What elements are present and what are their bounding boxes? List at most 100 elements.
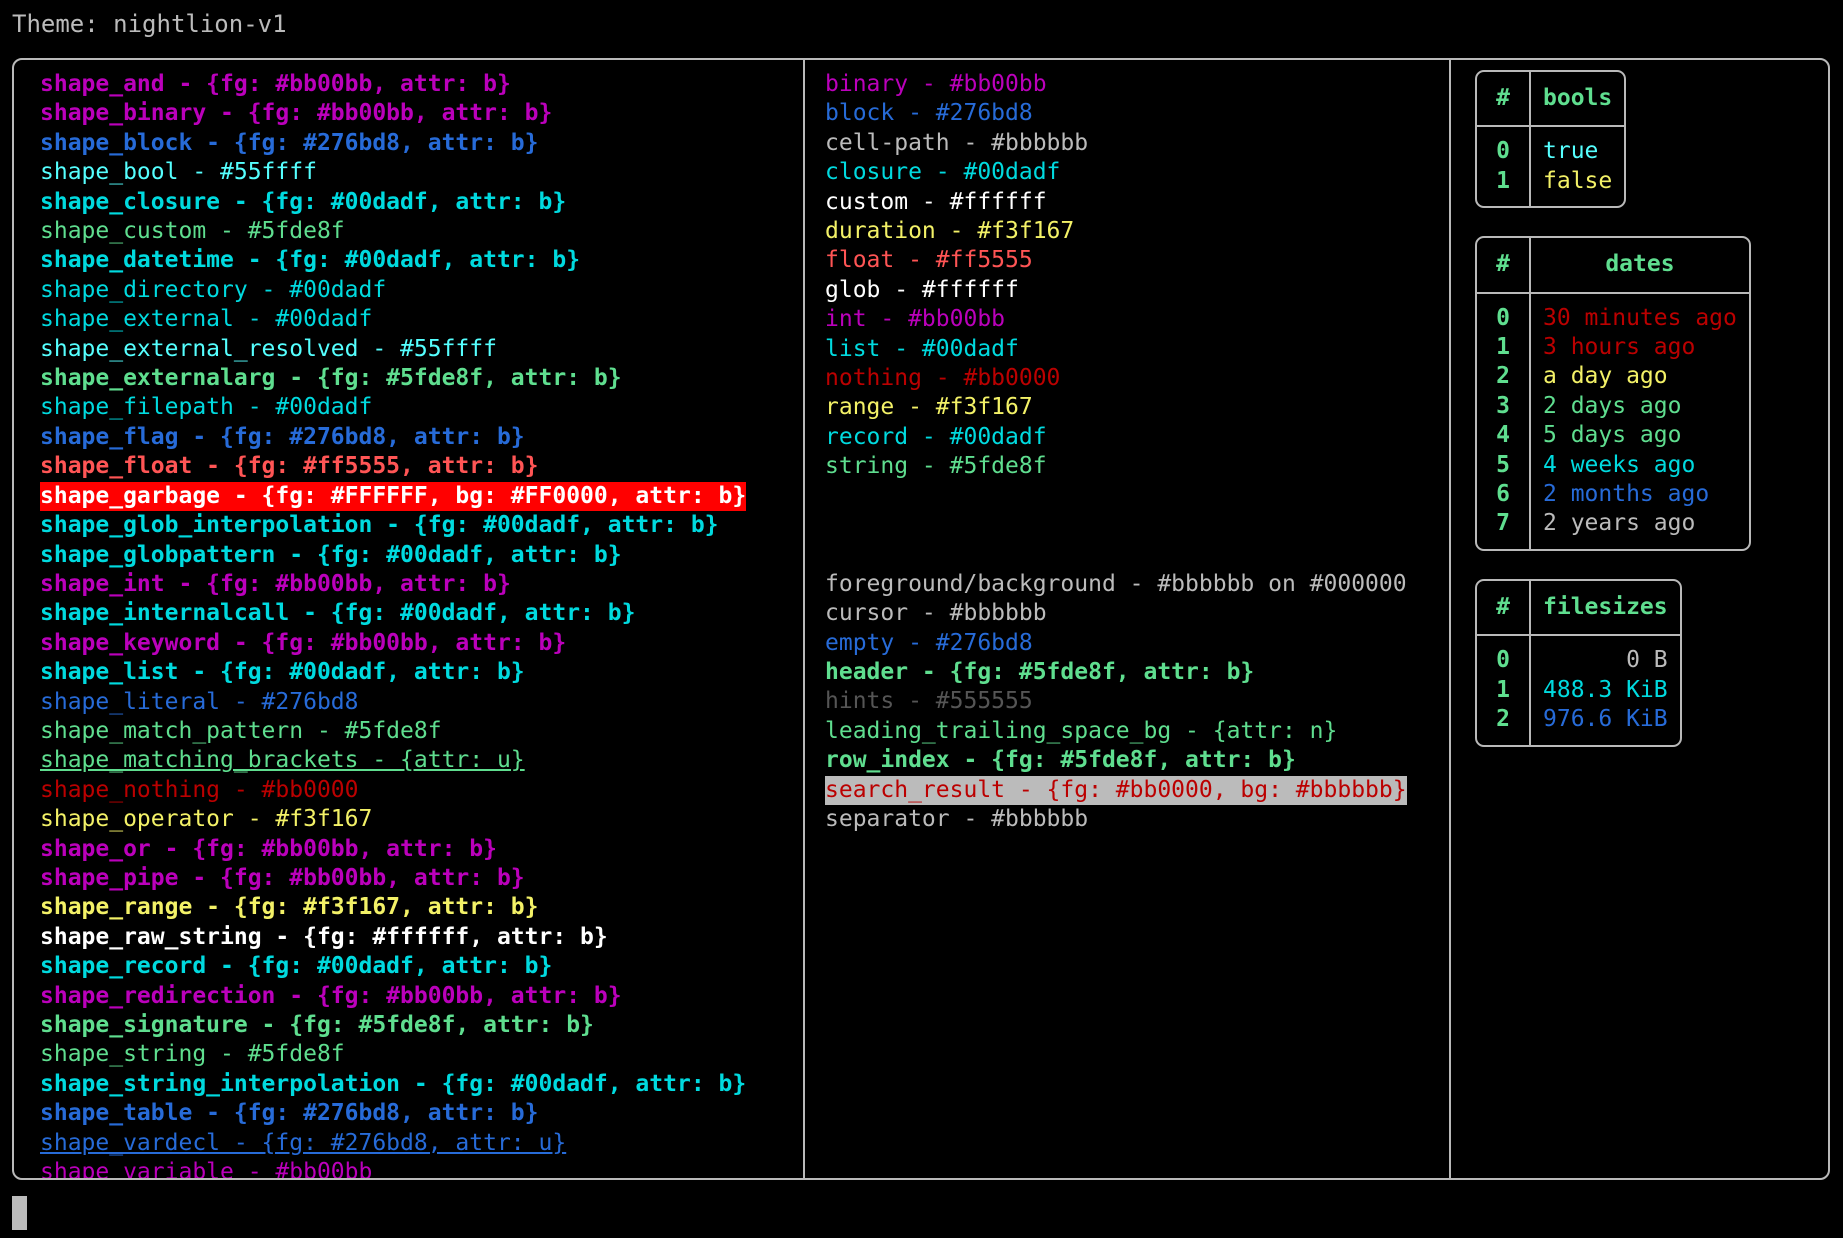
shape-line: shape_table - {fg: #276bd8, attr: b} (40, 1100, 539, 1127)
shape-line: shape_flag - {fg: #276bd8, attr: b} (40, 423, 525, 450)
table-row: 1 3 hours ago (1477, 333, 1749, 363)
shape-line: shape_float - {fg: #ff5555, attr: b} (40, 453, 539, 480)
row-value-cell: 2 months ago (1543, 481, 1710, 508)
table-header-cell: dates (1531, 238, 1749, 294)
shape-line: shape_int - {fg: #bb00bb, attr: b} (40, 570, 511, 597)
shape-line: shape_matching_brackets - {attr: u} (40, 747, 525, 774)
table-row: 0 true (1477, 127, 1624, 167)
table-dates: # dates 0 30 minutes ago 1 3 hours ago 2 a day … (1475, 236, 1751, 551)
table-header-cell: filesizes (1531, 581, 1680, 637)
table-header-cell: # (1477, 72, 1531, 128)
row-value-cell: 3 hours ago (1543, 334, 1696, 361)
column-spacer (805, 482, 1449, 570)
shape-line: shape_and - {fg: #bb00bb, attr: b} (40, 71, 511, 97)
shape-line: shape_closure - {fg: #00dadf, attr: b} (40, 188, 567, 215)
row-value-cell: a day ago (1543, 363, 1668, 390)
shape-line: shape_raw_string - {fg: #ffffff, attr: b… (40, 923, 608, 950)
table-row: 4 5 days ago (1477, 421, 1749, 451)
ui-element-line: empty - #276bd8 (825, 629, 1033, 656)
ui-element-line: header - {fg: #5fde8f, attr: b} (825, 658, 1255, 685)
shapes-column: shape_and - {fg: #bb00bb, attr: b} shape_… (14, 60, 803, 1178)
shape-line: shape_signature - {fg: #5fde8f, attr: b} (40, 1012, 594, 1038)
row-value-cell: 5 days ago (1543, 422, 1682, 449)
tables-column: # bools 0 true 1 false # dates 0 30 minutes ago 1 3… (1449, 60, 1826, 1178)
row-value-cell: 976.6 KiB (1543, 706, 1668, 733)
type-line: float - #ff5555 (825, 247, 1033, 274)
shape-line: shape_or - {fg: #bb00bb, attr: b} (40, 835, 497, 862)
row-index-cell: 7 (1477, 509, 1531, 549)
terminal-screen: Theme: nightlion-v1 shape_and - {fg: #bb… (0, 0, 1843, 1238)
row-value-cell: 2 days ago (1543, 392, 1682, 419)
shape-line: shape_match_pattern - #5fde8f (40, 717, 442, 744)
type-line: int - #bb00bb (825, 306, 1006, 333)
row-value-cell: true (1543, 138, 1599, 165)
table-row: 1 488.3 KiB (1477, 675, 1680, 706)
type-line: string - #5fde8f (825, 453, 1047, 480)
shapes-line-list: shape_and - {fg: #bb00bb, attr: b} shape_… (14, 70, 803, 1178)
ui-element-line: search_result - {fg: #bb0000, bg: #bbbbb… (825, 775, 1407, 805)
shape-line: shape_custom - #5fde8f (40, 218, 345, 245)
row-index-cell: 2 (1477, 705, 1531, 745)
shape-line: shape_directory - #00dadf (40, 276, 387, 303)
table-header-row: # filesizes (1477, 580, 1680, 637)
shape-line: shape_external_resolved - #55ffff (40, 335, 497, 362)
shape-line: shape_string_interpolation - {fg: #00dad… (40, 1070, 747, 1097)
shape-line: shape_globpattern - {fg: #00dadf, attr: … (40, 541, 622, 568)
shape-line: shape_bool - #55ffff (40, 159, 317, 186)
ui-element-line: leading_trailing_space_bg - {attr: n} (825, 717, 1338, 744)
shape-line: shape_range - {fg: #f3f167, attr: b} (40, 894, 539, 921)
row-index-cell: 3 (1477, 391, 1531, 422)
type-line: range - #f3f167 (825, 394, 1033, 421)
shape-line: shape_string - #5fde8f (40, 1041, 345, 1068)
row-value-cell: 488.3 KiB (1543, 676, 1668, 703)
row-index-cell: 1 (1477, 675, 1531, 706)
table-header-row: # bools (1477, 72, 1625, 128)
row-value-cell: 4 weeks ago (1543, 451, 1696, 478)
row-index-cell: 2 (1477, 362, 1531, 392)
ui-element-line: foreground/background - #bbbbbb on #0000… (825, 570, 1407, 597)
shape-line: shape_external - #00dadf (40, 306, 373, 333)
ui-element-line: cursor - #bbbbbb (825, 600, 1047, 627)
type-line: cell-path - #bbbbbb (825, 129, 1089, 156)
row-index-cell: 0 (1477, 127, 1531, 167)
type-line: closure - #00dadf (825, 159, 1061, 186)
type-line: duration - #f3f167 (825, 218, 1075, 245)
tables-container: # bools 0 true 1 false # dates 0 30 minutes ago 1 3… (1451, 70, 1826, 747)
type-line: block - #276bd8 (825, 100, 1033, 127)
row-index-cell: 5 (1477, 450, 1531, 481)
types-line-list: binary - #bb00bb block - #276bd8 cell-path… (805, 70, 1449, 482)
table-row: 1 false (1477, 166, 1624, 207)
ui-elements-line-list: foreground/background - #bbbbbb on #0000… (805, 570, 1449, 835)
type-line: glob - #ffffff (825, 276, 1019, 303)
table-filesizes: # filesizes 0 0 B 1 488.3 KiB 2 976.6 KiB (1475, 578, 1682, 747)
shape-line: shape_glob_interpolation - {fg: #00dadf,… (40, 512, 719, 539)
row-value-cell: false (1543, 167, 1613, 194)
shape-line: shape_filepath - #00dadf (40, 394, 373, 421)
table-header-cell: # (1477, 580, 1531, 637)
types-column: binary - #bb00bb block - #276bd8 cell-path… (803, 60, 1449, 1178)
shape-line: shape_variable - #bb00bb (40, 1159, 373, 1178)
row-index-cell: 1 (1477, 333, 1531, 363)
type-line: custom - #ffffff (825, 188, 1047, 215)
shape-line: shape_list - {fg: #00dadf, attr: b} (40, 659, 525, 686)
shape-line: shape_pipe - {fg: #bb00bb, attr: b} (40, 864, 525, 891)
table-header-row: # dates (1477, 238, 1749, 294)
shape-line: shape_binary - {fg: #bb00bb, attr: b} (40, 100, 553, 127)
table-row: 6 2 months ago (1477, 480, 1749, 510)
shape-line: shape_operator - #f3f167 (40, 806, 373, 833)
row-value-cell: 30 minutes ago (1543, 304, 1737, 331)
shape-line: shape_datetime - {fg: #00dadf, attr: b} (40, 247, 581, 274)
shape-line: shape_externalarg - {fg: #5fde8f, attr: … (40, 365, 622, 392)
row-index-cell: 0 (1477, 293, 1531, 334)
shape-line: shape_keyword - {fg: #bb00bb, attr: b} (40, 629, 567, 656)
table-header-cell: # (1477, 238, 1531, 294)
table-row: 2 976.6 KiB (1477, 705, 1680, 745)
ui-element-line: row_index - {fg: #5fde8f, attr: b} (825, 747, 1296, 774)
ui-element-line: separator - #bbbbbb (825, 805, 1089, 832)
shape-line: shape_block - {fg: #276bd8, attr: b} (40, 129, 539, 156)
row-index-cell: 6 (1477, 480, 1531, 510)
theme-preview-panel: shape_and - {fg: #bb00bb, attr: b} shape_… (12, 58, 1830, 1180)
type-line: list - #00dadf (825, 335, 1019, 362)
table-row: 7 2 years ago (1477, 509, 1749, 549)
type-line: binary - #bb00bb (825, 71, 1047, 97)
